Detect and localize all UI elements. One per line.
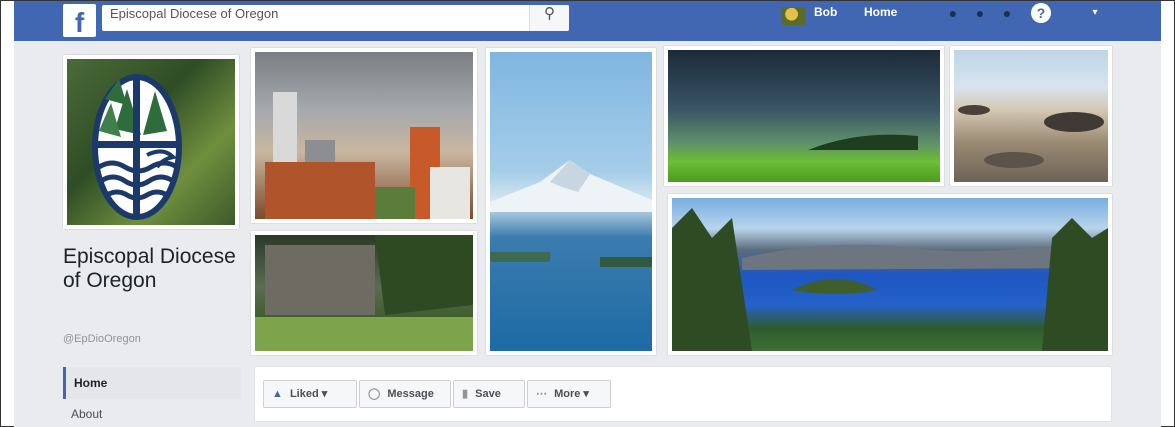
home-link[interactable]: Home [864,5,897,19]
more-label: More ▾ [554,388,589,400]
friend-requests-icon[interactable]: ● [942,5,964,21]
mountain-lake-image [490,52,652,351]
profile-picture[interactable] [63,55,239,229]
messenger-icon: ◯ [368,388,381,400]
cover-photo-crater-lake[interactable] [668,194,1112,355]
cover-photo-campus[interactable] [251,231,477,355]
cover-photo-beach[interactable] [950,46,1112,186]
cover-photo-city[interactable] [251,48,477,223]
page-username[interactable]: @EpDioOregon [63,333,141,345]
screenshot-frame: f ⚲ Bob Home ● ● ● ? ▾ [0,0,1175,427]
diocese-shield-logo [67,59,235,225]
liked-button[interactable]: ▲ Liked ▾ [263,380,357,408]
top-navigation-bar: f ⚲ Bob Home ● ● ● ? ▾ [14,1,1161,41]
facebook-logo-icon[interactable]: f [63,4,96,37]
more-button[interactable]: ⋯ More ▾ [527,380,611,408]
help-icon[interactable]: ? [1031,3,1051,23]
coast-rocks-image [954,50,1108,182]
message-button[interactable]: ◯ Message [359,380,451,408]
sidebar-item-home[interactable]: Home [63,367,241,399]
notifications-icon[interactable]: ● [996,5,1018,21]
crater-lake-image [672,198,1108,351]
city-skyline-image [255,52,473,219]
search-box[interactable]: ⚲ [102,5,569,31]
search-input[interactable] [102,5,532,27]
messages-icon[interactable]: ● [969,5,991,21]
avatar[interactable] [782,7,806,25]
page-title: Episcopal Diocese of Oregon [63,245,236,292]
search-icon[interactable]: ⚲ [529,5,569,31]
sidebar-item-about[interactable]: About [71,407,102,421]
cover-photo-storm-field[interactable] [664,46,944,186]
save-label: Save [475,388,501,400]
save-button[interactable]: ▮ Save [453,380,525,408]
bookmark-icon: ▮ [462,388,469,400]
shield-icon [92,74,182,220]
profile-link[interactable]: Bob [814,5,837,19]
cover-photo-mount-hood[interactable] [486,48,656,355]
thumbs-up-icon: ▲ [272,388,283,400]
campus-building-image [255,235,473,351]
message-label: Message [387,388,434,400]
more-dots-icon: ⋯ [536,388,547,400]
page-action-bar: ▲ Liked ▾ ◯ Message ▮ Save ⋯ More ▾ [255,367,1111,421]
green-field-image [668,50,940,182]
account-menu-icon[interactable]: ▾ [1084,5,1106,21]
liked-label: Liked ▾ [289,388,328,400]
